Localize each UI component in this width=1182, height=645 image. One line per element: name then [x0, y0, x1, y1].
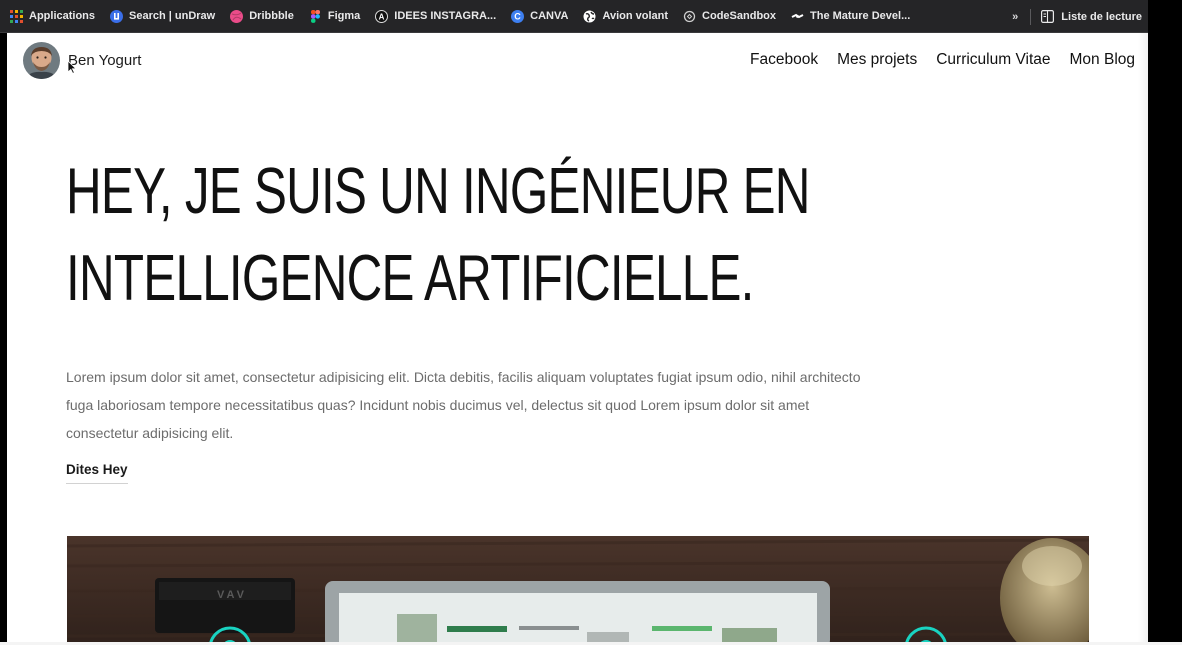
hero-title-line-1: HEY, JE SUIS UN INGÉNIEUR EN — [66, 154, 810, 227]
avatar — [23, 42, 60, 79]
brand-name: Ben Yogurt — [68, 52, 142, 69]
hero-image: VAV — [67, 536, 1089, 645]
bookmark-label: Search | unDraw — [129, 10, 216, 22]
site-header: Ben Yogurt Facebook Mes projets Curricul… — [7, 33, 1148, 89]
bookmark-idees-instagram[interactable]: A IDEES INSTAGRA... — [375, 6, 496, 26]
codesandbox-icon — [683, 10, 696, 23]
bookmark-label: CodeSandbox — [702, 10, 776, 22]
hero-title-line-2: INTELLIGENCE ARTIFICIELLE. — [66, 241, 754, 314]
reading-list-icon — [1041, 10, 1055, 23]
bookmark-dribbble[interactable]: Dribbble — [230, 6, 294, 26]
bookmark-undraw[interactable]: Search | unDraw — [110, 6, 215, 26]
bookmark-codesandbox[interactable]: CodeSandbox — [683, 6, 776, 26]
reading-list-button[interactable]: Liste de lecture — [1041, 10, 1142, 23]
bookmark-label: Figma — [327, 10, 361, 22]
dribbble-icon — [230, 9, 244, 23]
bookmark-label: CANVA — [530, 10, 569, 22]
bookmark-label: The Mature Devel... — [810, 10, 911, 22]
bookmarks-divider — [1030, 8, 1032, 25]
instagram-idea-icon: A — [375, 9, 389, 23]
bookmark-label: IDEES INSTAGRA... — [394, 10, 497, 22]
svg-text:C: C — [514, 11, 521, 21]
bookmark-mature-developer[interactable]: The Mature Devel... — [791, 6, 910, 26]
bookmark-canva[interactable]: C CANVA — [511, 6, 568, 26]
page-viewport: Ben Yogurt Facebook Mes projets Curricul… — [7, 33, 1148, 645]
nav-link-cv[interactable]: Curriculum Vitae — [936, 51, 1050, 69]
nav-link-projects[interactable]: Mes projets — [837, 51, 917, 69]
reading-list-label: Liste de lecture — [1061, 10, 1142, 23]
page-edge-shadow — [1138, 33, 1148, 645]
nav-link-blog[interactable]: Mon Blog — [1070, 51, 1135, 69]
bookmarks-overflow-button[interactable]: » — [1012, 11, 1018, 23]
brand-link[interactable]: Ben Yogurt — [23, 42, 141, 79]
hero-title: HEY, JE SUIS UN INGÉNIEUR EN INTELLIGENC… — [66, 147, 902, 321]
bookmark-figma[interactable]: Figma — [309, 6, 360, 26]
bookmarks-bar: Applications Search | unDraw Dribbble Fi… — [0, 0, 1148, 33]
main-nav: Facebook Mes projets Curriculum Vitae Mo… — [731, 51, 1135, 69]
mouse-cursor-icon — [67, 60, 77, 74]
bookmark-applications[interactable]: Applications — [10, 6, 95, 26]
bookmark-label: Dribbble — [249, 10, 294, 22]
undraw-icon — [110, 9, 124, 23]
mature-dev-icon — [791, 10, 804, 23]
globe-icon — [583, 10, 596, 23]
bookmark-label: Applications — [29, 10, 96, 22]
svg-text:A: A — [379, 12, 385, 21]
nav-link-facebook[interactable]: Facebook — [750, 51, 818, 69]
bookmarks-right-area: » Liste de lecture — [1012, 0, 1142, 33]
bookmark-avion-volant[interactable]: Avion volant — [583, 6, 668, 26]
svg-text:VAV: VAV — [217, 589, 247, 601]
bookmark-label: Avion volant — [602, 10, 669, 22]
hero-paragraph: Lorem ipsum dolor sit amet, consectetur … — [66, 369, 861, 441]
say-hey-link[interactable]: Dites Hey — [66, 462, 128, 484]
figma-icon — [309, 9, 322, 23]
canva-icon: C — [511, 9, 525, 23]
apps-grid-icon — [10, 9, 23, 23]
